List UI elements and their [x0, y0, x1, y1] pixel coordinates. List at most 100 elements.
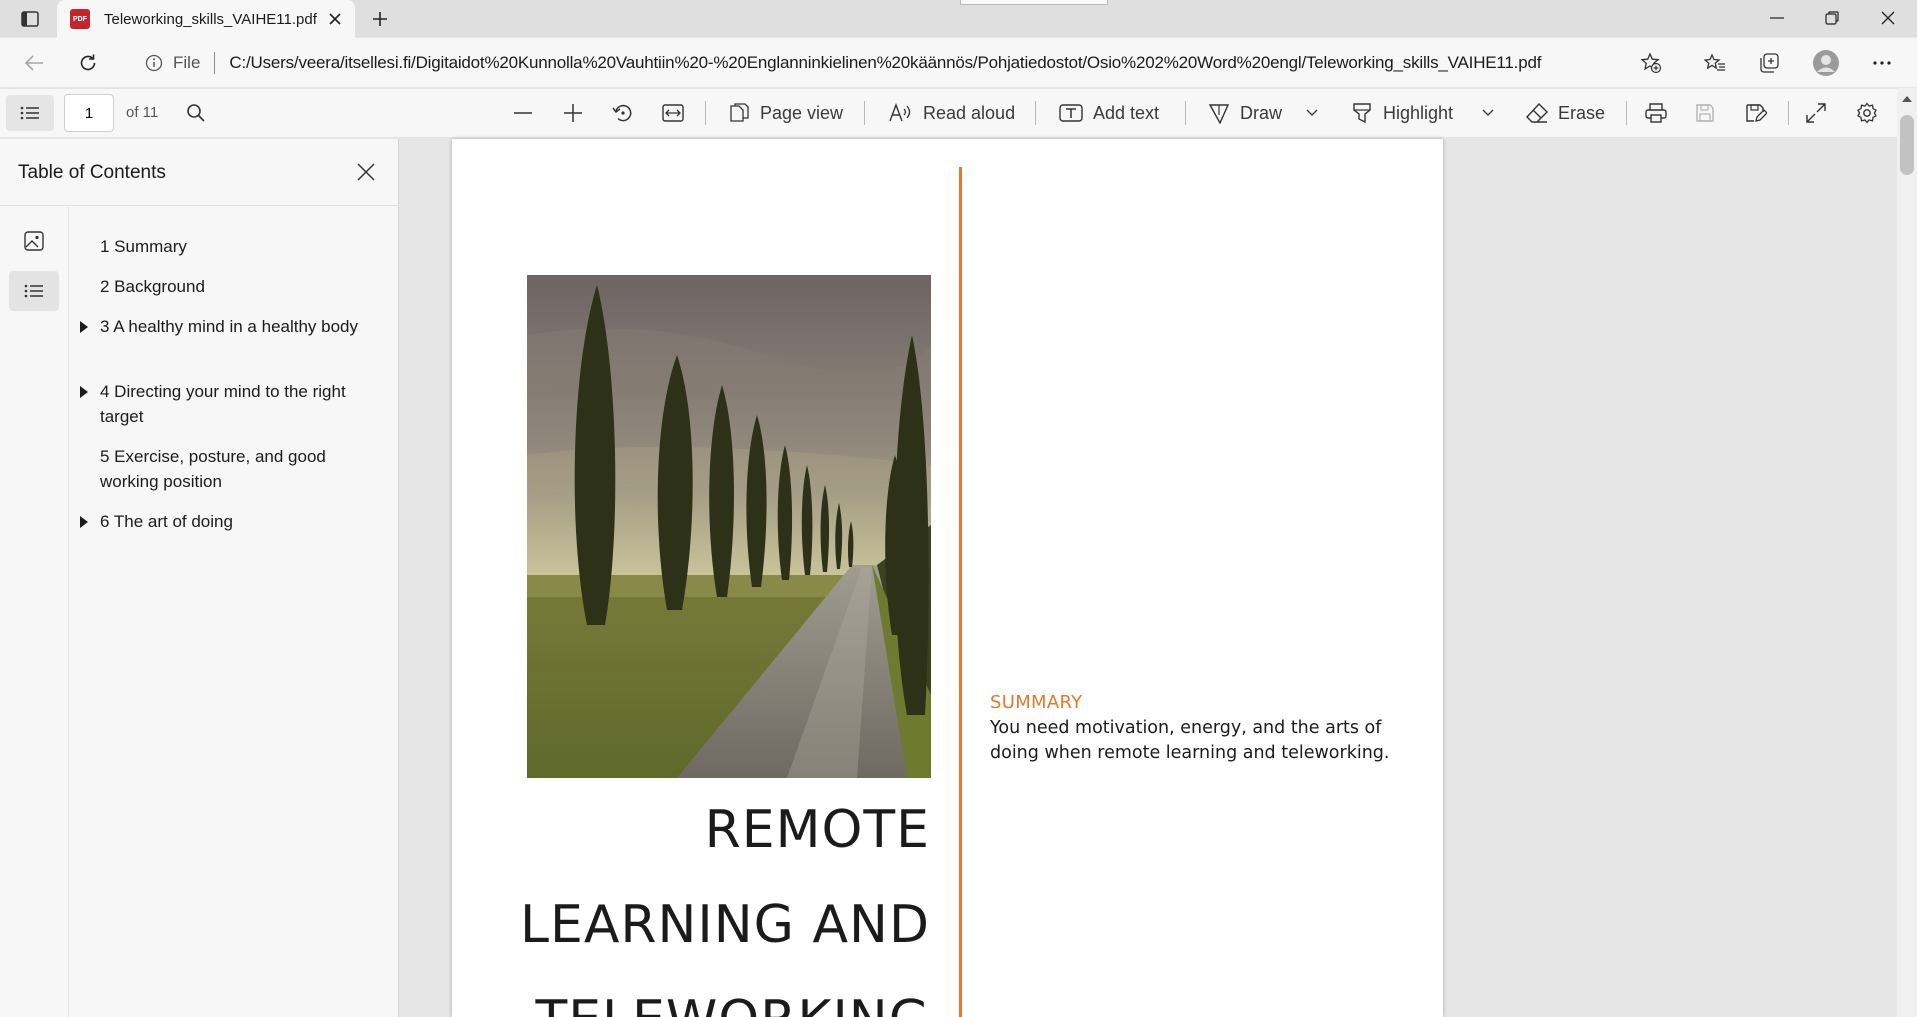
chevron-down-icon	[1306, 109, 1318, 116]
expand-caret-icon[interactable]	[80, 386, 88, 398]
toc-item-label: 2 Background	[100, 277, 205, 296]
draw-pen-icon	[1208, 104, 1230, 124]
draw-button[interactable]: Draw	[1208, 97, 1282, 129]
toolbar-divider	[1788, 101, 1789, 125]
summary-text: You need motivation, energy, and the art…	[990, 718, 1390, 763]
drag-region	[960, 0, 1108, 5]
sidebar-rail	[0, 207, 69, 1017]
page-view-label: Page view	[760, 102, 844, 123]
save-as-button[interactable]	[1745, 97, 1771, 129]
minimize-icon[interactable]	[1757, 2, 1797, 34]
active-tab[interactable]: PDF Teleworking_skills_VAIHE11.pdf	[57, 0, 355, 38]
toc-item[interactable]: 5 Exercise, posture, and good working po…	[100, 444, 360, 494]
back-arrow-icon[interactable]	[14, 47, 54, 79]
toolbar-divider	[1626, 101, 1627, 125]
toc-item[interactable]: 6 The art of doing	[80, 509, 360, 534]
toolbar-divider	[864, 101, 865, 125]
add-favorite-icon[interactable]	[1633, 47, 1669, 79]
toolbar-divider	[705, 101, 706, 125]
list-icon	[24, 284, 43, 298]
draw-label: Draw	[1240, 102, 1283, 123]
url-divider	[214, 52, 216, 74]
draw-options-dropdown[interactable]	[1306, 97, 1326, 129]
save-disk-icon	[1696, 104, 1714, 122]
page-view-button[interactable]: Page view	[728, 97, 843, 129]
minus-icon	[514, 112, 532, 114]
toolbar-divider	[1035, 101, 1036, 125]
scrollbar-thumb[interactable]	[1900, 115, 1914, 175]
expand-icon	[1806, 103, 1826, 123]
reload-icon[interactable]	[70, 47, 106, 79]
erase-label: Erase	[1558, 102, 1606, 123]
printer-icon	[1645, 103, 1667, 123]
read-aloud-icon	[889, 103, 911, 122]
gear-icon	[1857, 102, 1877, 124]
plus-icon	[564, 104, 582, 122]
add-text-label: Add text	[1093, 102, 1160, 123]
page-total-label: of 11	[126, 104, 159, 121]
profile-avatar-icon[interactable]	[1808, 47, 1844, 79]
collections-icon[interactable]	[1751, 47, 1787, 79]
info-icon[interactable]	[143, 52, 165, 74]
toc-item[interactable]: 4 Directing your mind to the right targe…	[80, 379, 360, 429]
erase-button[interactable]: Erase	[1526, 97, 1605, 129]
new-tab-button[interactable]	[364, 4, 396, 34]
settings-button[interactable]	[1856, 97, 1882, 129]
toc-item-label: 3 A healthy mind in a healthy body	[100, 317, 359, 336]
tab-actions-icon[interactable]	[10, 4, 50, 34]
restore-icon[interactable]	[1812, 2, 1852, 34]
page-number-input[interactable]	[64, 94, 114, 132]
document-title-line: LEARNING AND	[520, 895, 930, 955]
close-sidebar-icon[interactable]	[350, 156, 382, 188]
toc-item-label: 5 Exercise, posture, and good working po…	[100, 447, 326, 491]
zoom-out-button[interactable]	[514, 97, 538, 129]
fullscreen-button[interactable]	[1806, 97, 1832, 129]
summary-heading: SUMMARY	[990, 692, 1083, 713]
table-of-contents-toggle[interactable]	[6, 95, 54, 131]
document-title-line: TELEWORKING	[535, 990, 930, 1017]
print-button[interactable]	[1645, 97, 1671, 129]
save-as-icon	[1746, 104, 1767, 122]
toc-item-label: 4 Directing your mind to the right targe…	[100, 382, 346, 426]
cover-photo-cypress-road	[527, 275, 931, 778]
eraser-icon	[1526, 102, 1548, 123]
add-text-button[interactable]: Add text	[1059, 97, 1159, 129]
read-aloud-label: Read aloud	[923, 102, 1016, 123]
toolbar-divider	[1185, 101, 1186, 125]
toc-item[interactable]: 1 Summary	[100, 234, 360, 259]
accent-divider-line	[959, 167, 962, 1017]
toc-item[interactable]: 3 A healthy mind in a healthy body	[80, 314, 360, 339]
rotate-button[interactable]	[612, 97, 638, 129]
scroll-up-arrow-icon[interactable]	[1900, 92, 1914, 106]
more-options-icon[interactable]	[1864, 47, 1900, 79]
read-aloud-button[interactable]: Read aloud	[889, 97, 1015, 129]
zoom-in-button[interactable]	[564, 97, 588, 129]
close-tab-icon[interactable]	[325, 9, 345, 29]
toc-item-label: 6 The art of doing	[100, 512, 233, 531]
expand-caret-icon[interactable]	[80, 516, 88, 528]
highlight-button[interactable]: Highlight	[1351, 97, 1453, 129]
vertical-scrollbar[interactable]	[1897, 88, 1917, 1017]
url-scheme-label: File	[173, 53, 201, 72]
save-button[interactable]	[1695, 97, 1721, 129]
tab-title: Teleworking_skills_VAIHE11.pdf	[104, 10, 317, 28]
expand-caret-icon[interactable]	[80, 321, 88, 333]
toc-item[interactable]: 2 Background	[100, 274, 360, 299]
chevron-down-icon	[1482, 109, 1494, 116]
address-bar[interactable]: File C:/Users/veera/itsellesi.fi/Digitai…	[127, 45, 1649, 81]
url-text[interactable]: C:/Users/veera/itsellesi.fi/Digitaidot%2…	[229, 53, 1541, 73]
fit-to-width-button[interactable]	[662, 97, 688, 129]
close-window-icon[interactable]	[1866, 2, 1910, 34]
highlight-label: Highlight	[1383, 102, 1454, 123]
add-text-icon	[1059, 104, 1083, 122]
highlight-options-dropdown[interactable]	[1482, 97, 1502, 129]
sidebar-title: Table of Contents	[18, 162, 166, 183]
search-icon[interactable]	[180, 97, 212, 129]
page-thumbnails-tab[interactable]	[13, 223, 55, 259]
rotate-icon	[612, 104, 632, 122]
favorites-icon[interactable]	[1697, 47, 1733, 79]
fit-width-icon	[662, 104, 684, 122]
document-title-line: REMOTE	[704, 800, 930, 860]
toc-item-label: 1 Summary	[100, 237, 187, 256]
toc-tab[interactable]	[9, 271, 59, 311]
